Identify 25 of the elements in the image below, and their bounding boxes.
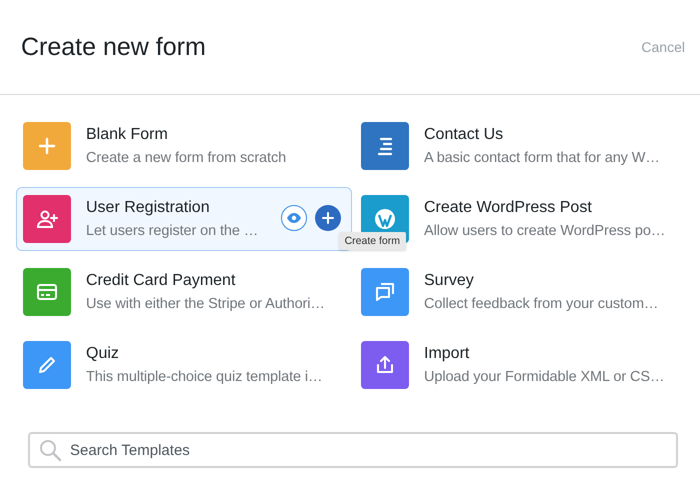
template-description: Use with either the Stripe or Authori… xyxy=(86,296,326,312)
dialog-title: Create new form xyxy=(21,32,206,62)
template-name: Blank Form xyxy=(86,126,169,144)
template-name: Credit Card Payment xyxy=(86,272,236,290)
eye-icon xyxy=(286,212,302,224)
template-name: Quiz xyxy=(86,345,120,363)
preview-button[interactable] xyxy=(281,205,307,231)
template-description: A basic contact form that for any W… xyxy=(424,150,661,166)
template-description: Collect feedback from your custom… xyxy=(424,296,660,312)
template-description: Let users register on the … xyxy=(86,223,260,239)
create-form-button[interactable] xyxy=(315,205,341,231)
plus-icon xyxy=(322,212,334,224)
template-name: Import xyxy=(424,345,470,363)
chat-bubbles-icon xyxy=(373,280,397,304)
search-field[interactable]: Search Templates xyxy=(28,432,678,468)
template-description: Allow users to create WordPress po… xyxy=(424,223,666,239)
template-name: Contact Us xyxy=(424,126,504,144)
template-description: Upload your Formidable XML or CS… xyxy=(424,369,666,385)
template-description: This multiple-choice quiz template i… xyxy=(86,369,324,385)
template-name: Create WordPress Post xyxy=(424,199,593,217)
tooltip: Create form xyxy=(338,232,406,250)
template-description: Create a new form from scratch xyxy=(86,150,288,166)
template-name: User Registration xyxy=(86,199,211,217)
template-name: Survey xyxy=(424,272,475,290)
wordpress-icon xyxy=(373,207,397,231)
